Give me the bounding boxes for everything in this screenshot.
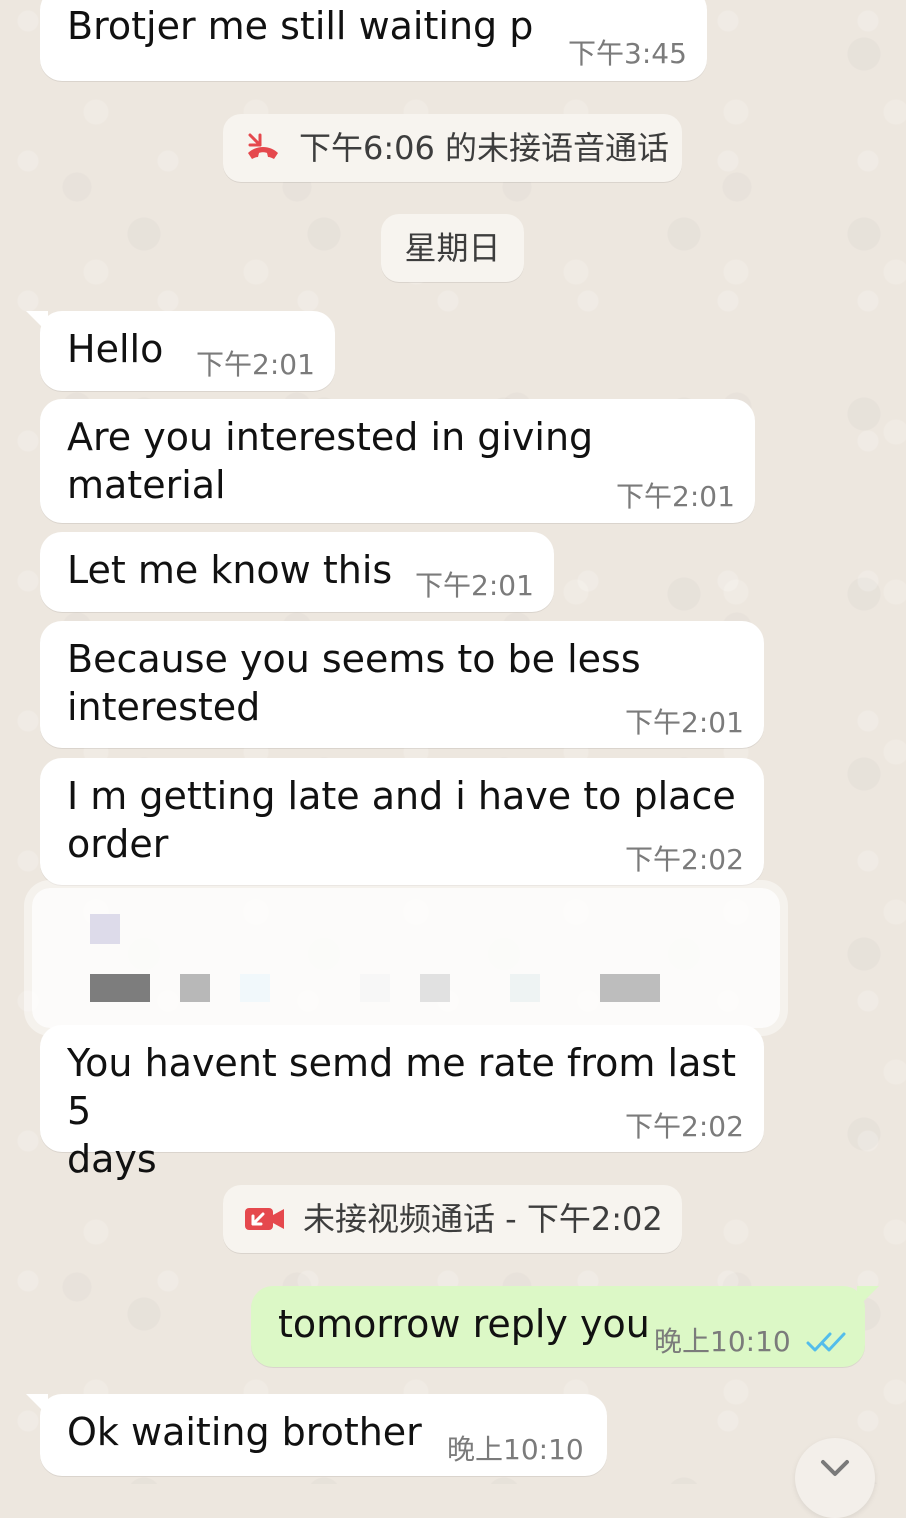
message-time: 晚上10:10: [654, 1325, 791, 1358]
blurred-quoted-preview: [32, 888, 780, 1028]
outgoing-message-bubble[interactable]: tomorrow reply you 晚上10:10: [251, 1286, 865, 1367]
missed-voice-call-chip[interactable]: 下午6:06 的未接语音通话: [223, 114, 682, 182]
message-text: Because you seems to be less interested: [67, 637, 641, 729]
message-time: 下午2:01: [415, 569, 534, 602]
missed-voice-call-label: 下午6:06 的未接语音通话: [299, 129, 670, 167]
blurred-preview-block: [180, 974, 210, 1002]
incoming-message-bubble[interactable]: Let me know this 下午2:01: [40, 532, 554, 612]
blurred-preview-block: [420, 974, 450, 1002]
message-text: tomorrow reply you: [278, 1302, 650, 1346]
blurred-preview-square: [90, 914, 120, 944]
message-time: 下午2:01: [196, 348, 315, 381]
blurred-preview-block: [600, 974, 660, 1002]
incoming-message-bubble[interactable]: Hello 下午2:01: [40, 311, 335, 391]
message-time: 下午2:02: [625, 843, 744, 876]
chevron-down-icon: [815, 1454, 855, 1482]
message-time: 下午2:01: [616, 480, 735, 513]
blurred-preview-block: [510, 974, 540, 1002]
message-time: 晚上10:10: [447, 1433, 584, 1466]
scroll-down-button[interactable]: [795, 1438, 875, 1518]
incoming-message-bubble[interactable]: Because you seems to be less interested …: [40, 621, 764, 748]
blurred-preview-block: [240, 974, 270, 1002]
blurred-preview-block: [360, 974, 390, 1002]
double-check-icon: [806, 1330, 848, 1354]
message-text: Brotjer me still waiting p: [67, 4, 534, 48]
missed-video-call-chip[interactable]: 未接视频通话 - 下午2:02: [223, 1185, 682, 1253]
incoming-message-bubble[interactable]: Are you interested in giving material 下午…: [40, 399, 755, 523]
missed-voice-call-icon: [243, 131, 283, 165]
incoming-message-bubble[interactable]: Brotjer me still waiting p 下午3:45: [40, 0, 707, 81]
missed-video-call-icon: [243, 1204, 287, 1234]
message-time: 下午3:45: [568, 37, 687, 70]
incoming-message-bubble[interactable]: I m getting late and i have to place ord…: [40, 758, 764, 885]
message-time: 下午2:02: [625, 1110, 744, 1143]
chat-thread: Brotjer me still waiting p 下午3:45 下午6:06…: [0, 0, 906, 1518]
message-time: 下午2:01: [625, 706, 744, 739]
missed-video-call-label: 未接视频通话 - 下午2:02: [303, 1200, 663, 1238]
date-separator: 星期日: [381, 214, 524, 282]
date-separator-label: 星期日: [404, 229, 501, 267]
incoming-message-bubble[interactable]: Ok waiting brother 晚上10:10: [40, 1394, 607, 1476]
incoming-message-bubble[interactable]: You havent semd me rate from last 5 days…: [40, 1025, 764, 1181]
message-text: Ok waiting brother: [67, 1410, 422, 1454]
message-text: Hello: [67, 327, 164, 371]
message-text: Let me know this: [67, 548, 393, 592]
blurred-preview-block: [90, 974, 150, 1002]
